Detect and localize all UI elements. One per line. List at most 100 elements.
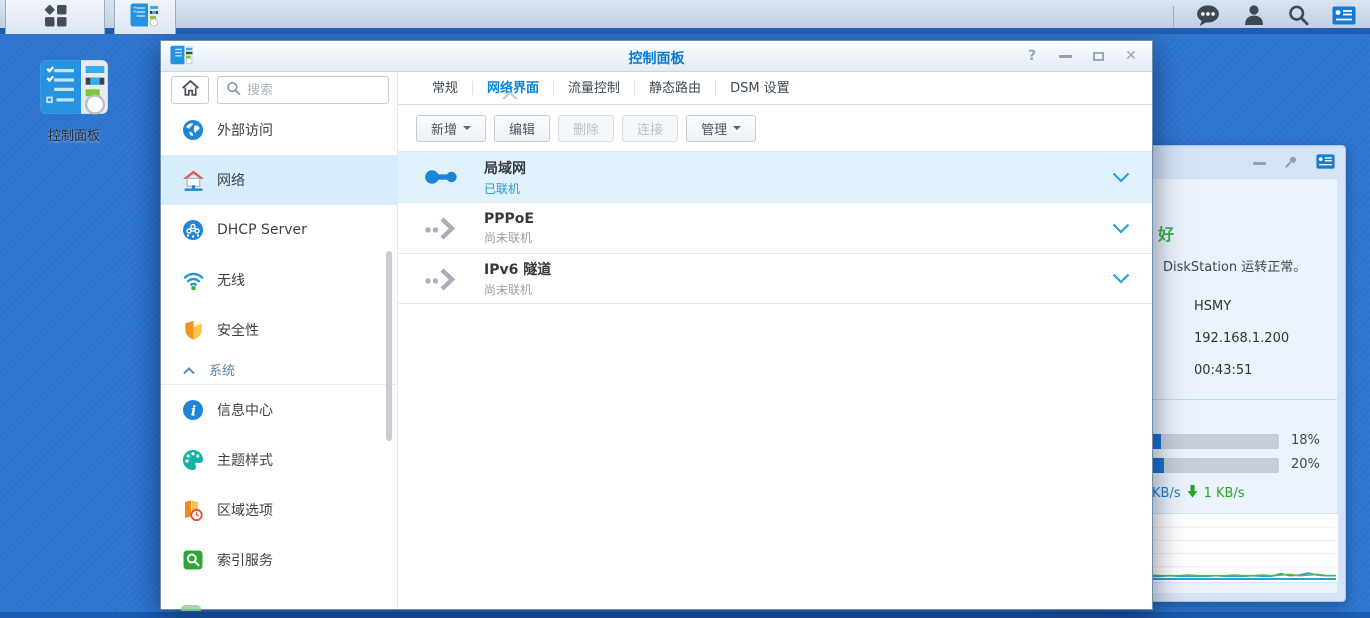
control-panel-icon (39, 101, 109, 120)
tab-dsm-settings[interactable]: DSM 设置 (716, 72, 804, 105)
sidebar-section-system[interactable]: 系统 (161, 355, 397, 385)
index-search-icon (181, 549, 205, 571)
control-panel-icon (130, 3, 160, 31)
sidebar-item-label: 区域选项 (217, 500, 273, 520)
ram-usage-bar (1135, 458, 1279, 473)
interface-row-pppoe[interactable]: PPPoE 尚未联机 (398, 202, 1152, 253)
sidebar-item-label: DHCP Server (217, 222, 307, 238)
chevron-up-icon (183, 360, 195, 379)
window-titlebar[interactable]: 控制面板 ? ✕ (161, 41, 1152, 72)
server-name-value: HSMY (1194, 299, 1231, 314)
widgets-panel-icon[interactable] (1316, 154, 1335, 173)
chevron-down-icon[interactable] (1112, 172, 1130, 183)
health-status: 好 (1158, 221, 1174, 245)
ram-usage-label: 20% (1291, 457, 1320, 472)
tab-general[interactable]: 常规 (418, 72, 472, 105)
sidebar-item-indexing-service[interactable]: 索引服务 (161, 535, 397, 585)
interface-name: PPPoE (484, 211, 534, 227)
network-speed-row: KB/s 1 KB/s (1152, 485, 1245, 502)
download-arrow-icon (1187, 485, 1198, 502)
close-button[interactable]: ✕ (1116, 44, 1146, 68)
taskbar-separator (1173, 6, 1174, 28)
minimize-button[interactable] (1050, 44, 1080, 68)
home-button[interactable] (171, 76, 209, 104)
wifi-icon (181, 269, 205, 291)
tabs-row: 常规 网络界面 流量控制 静态路由 DSM 设置 (398, 72, 1152, 105)
palette-icon (181, 449, 205, 471)
search-input[interactable] (247, 83, 367, 98)
help-button[interactable]: ? (1017, 44, 1047, 68)
maximize-button[interactable] (1083, 44, 1113, 68)
sidebar-item-theme[interactable]: 主题样式 (161, 435, 397, 485)
sidebar-item-label: 安全性 (217, 320, 259, 340)
interface-status: 已联机 (484, 180, 526, 197)
shield-icon (181, 319, 205, 341)
toolbar: 新增 编辑 删除 连接 管理 (398, 105, 1152, 151)
widget-minimize-icon[interactable] (1253, 162, 1266, 165)
tab-traffic-control[interactable]: 流量控制 (554, 72, 634, 105)
cpu-usage-bar (1135, 434, 1279, 449)
sidebar-item-label: 信息中心 (217, 400, 273, 420)
main-menu-grid-icon (44, 4, 67, 31)
sidebar-item-wireless[interactable]: 无线 (161, 255, 397, 305)
minimize-icon (1059, 55, 1072, 58)
caret-down-icon (733, 126, 741, 130)
sidebar-item-label: 索引服务 (217, 550, 273, 570)
uptime-value: 00:43:51 (1194, 363, 1252, 378)
user-icon[interactable] (1243, 4, 1265, 30)
sidebar-item-external-access[interactable]: 外部访问 (161, 105, 397, 155)
sidebar-item-regional-options[interactable]: 区域选项 (161, 485, 397, 535)
region-clock-icon (181, 499, 205, 522)
search-icon[interactable] (1287, 4, 1310, 31)
interface-row-ipv6-tunnel[interactable]: IPv6 隧道 尚未联机 (398, 253, 1152, 304)
tab-static-route[interactable]: 静态路由 (635, 72, 715, 105)
manage-button[interactable]: 管理 (686, 115, 756, 142)
taskbar-control-panel-button[interactable] (114, 0, 176, 34)
interface-name: IPv6 隧道 (484, 259, 551, 279)
svg-text:i: i (191, 404, 196, 420)
chat-bubble-icon[interactable] (1196, 4, 1221, 31)
pin-icon[interactable] (1284, 154, 1298, 173)
sidebar-item-network[interactable]: 网络 (161, 155, 397, 205)
content-panel: 常规 网络界面 流量控制 静态路由 DSM 设置 新增 编辑 (398, 72, 1152, 609)
info-icon: i (181, 399, 205, 421)
edit-button[interactable]: 编辑 (494, 115, 550, 142)
delete-button: 删除 (558, 115, 614, 142)
caret-down-icon (463, 126, 471, 130)
search-box[interactable] (217, 76, 389, 104)
interface-status: 尚未联机 (484, 229, 534, 246)
upload-speed-label: KB/s (1152, 486, 1181, 501)
sidebar-item-info-center[interactable]: i 信息中心 (161, 385, 397, 435)
sidebar-scrollbar-thumb[interactable] (386, 251, 392, 441)
lan-connection-icon (424, 164, 464, 190)
sidebar-item-label: 外部访问 (217, 120, 273, 140)
taskbar-right-tray (1173, 0, 1356, 34)
ipv6-tunnel-icon (424, 266, 464, 292)
chevron-down-icon[interactable] (1112, 273, 1130, 284)
dhcp-icon (181, 219, 205, 241)
health-message: DiskStation 运转正常。 (1163, 256, 1306, 275)
cpu-usage-label: 18% (1291, 433, 1320, 448)
add-button[interactable]: 新增 (416, 115, 486, 142)
main-menu-button[interactable] (5, 0, 105, 34)
widgets-panel-icon[interactable] (1332, 6, 1356, 29)
search-icon (226, 81, 241, 100)
taskbar (0, 0, 1370, 34)
control-panel-window: 控制面板 ? ✕ (160, 40, 1153, 610)
ip-address-value: 192.168.1.200 (1194, 331, 1289, 346)
desktop-shortcut-control-panel[interactable]: 控制面板 (28, 58, 120, 144)
home-icon (181, 79, 200, 101)
interface-row-lan[interactable]: 局域网 已联机 (398, 151, 1152, 202)
shortcut-label: 控制面板 (28, 125, 120, 144)
sidebar-item-label: 无线 (217, 270, 245, 290)
sidebar-item-security[interactable]: 安全性 (161, 305, 397, 355)
sidebar-item-label: 主题样式 (217, 450, 273, 470)
section-label: 系统 (209, 360, 235, 379)
sidebar-item-dhcp-server[interactable]: DHCP Server (161, 205, 397, 255)
pppoe-dialup-icon (424, 215, 464, 241)
chevron-down-icon[interactable] (1112, 223, 1130, 234)
interface-status: 尚未联机 (484, 281, 551, 298)
download-speed-label: 1 KB/s (1204, 486, 1245, 501)
interface-name: 局域网 (484, 158, 526, 178)
network-home-icon (181, 169, 205, 192)
